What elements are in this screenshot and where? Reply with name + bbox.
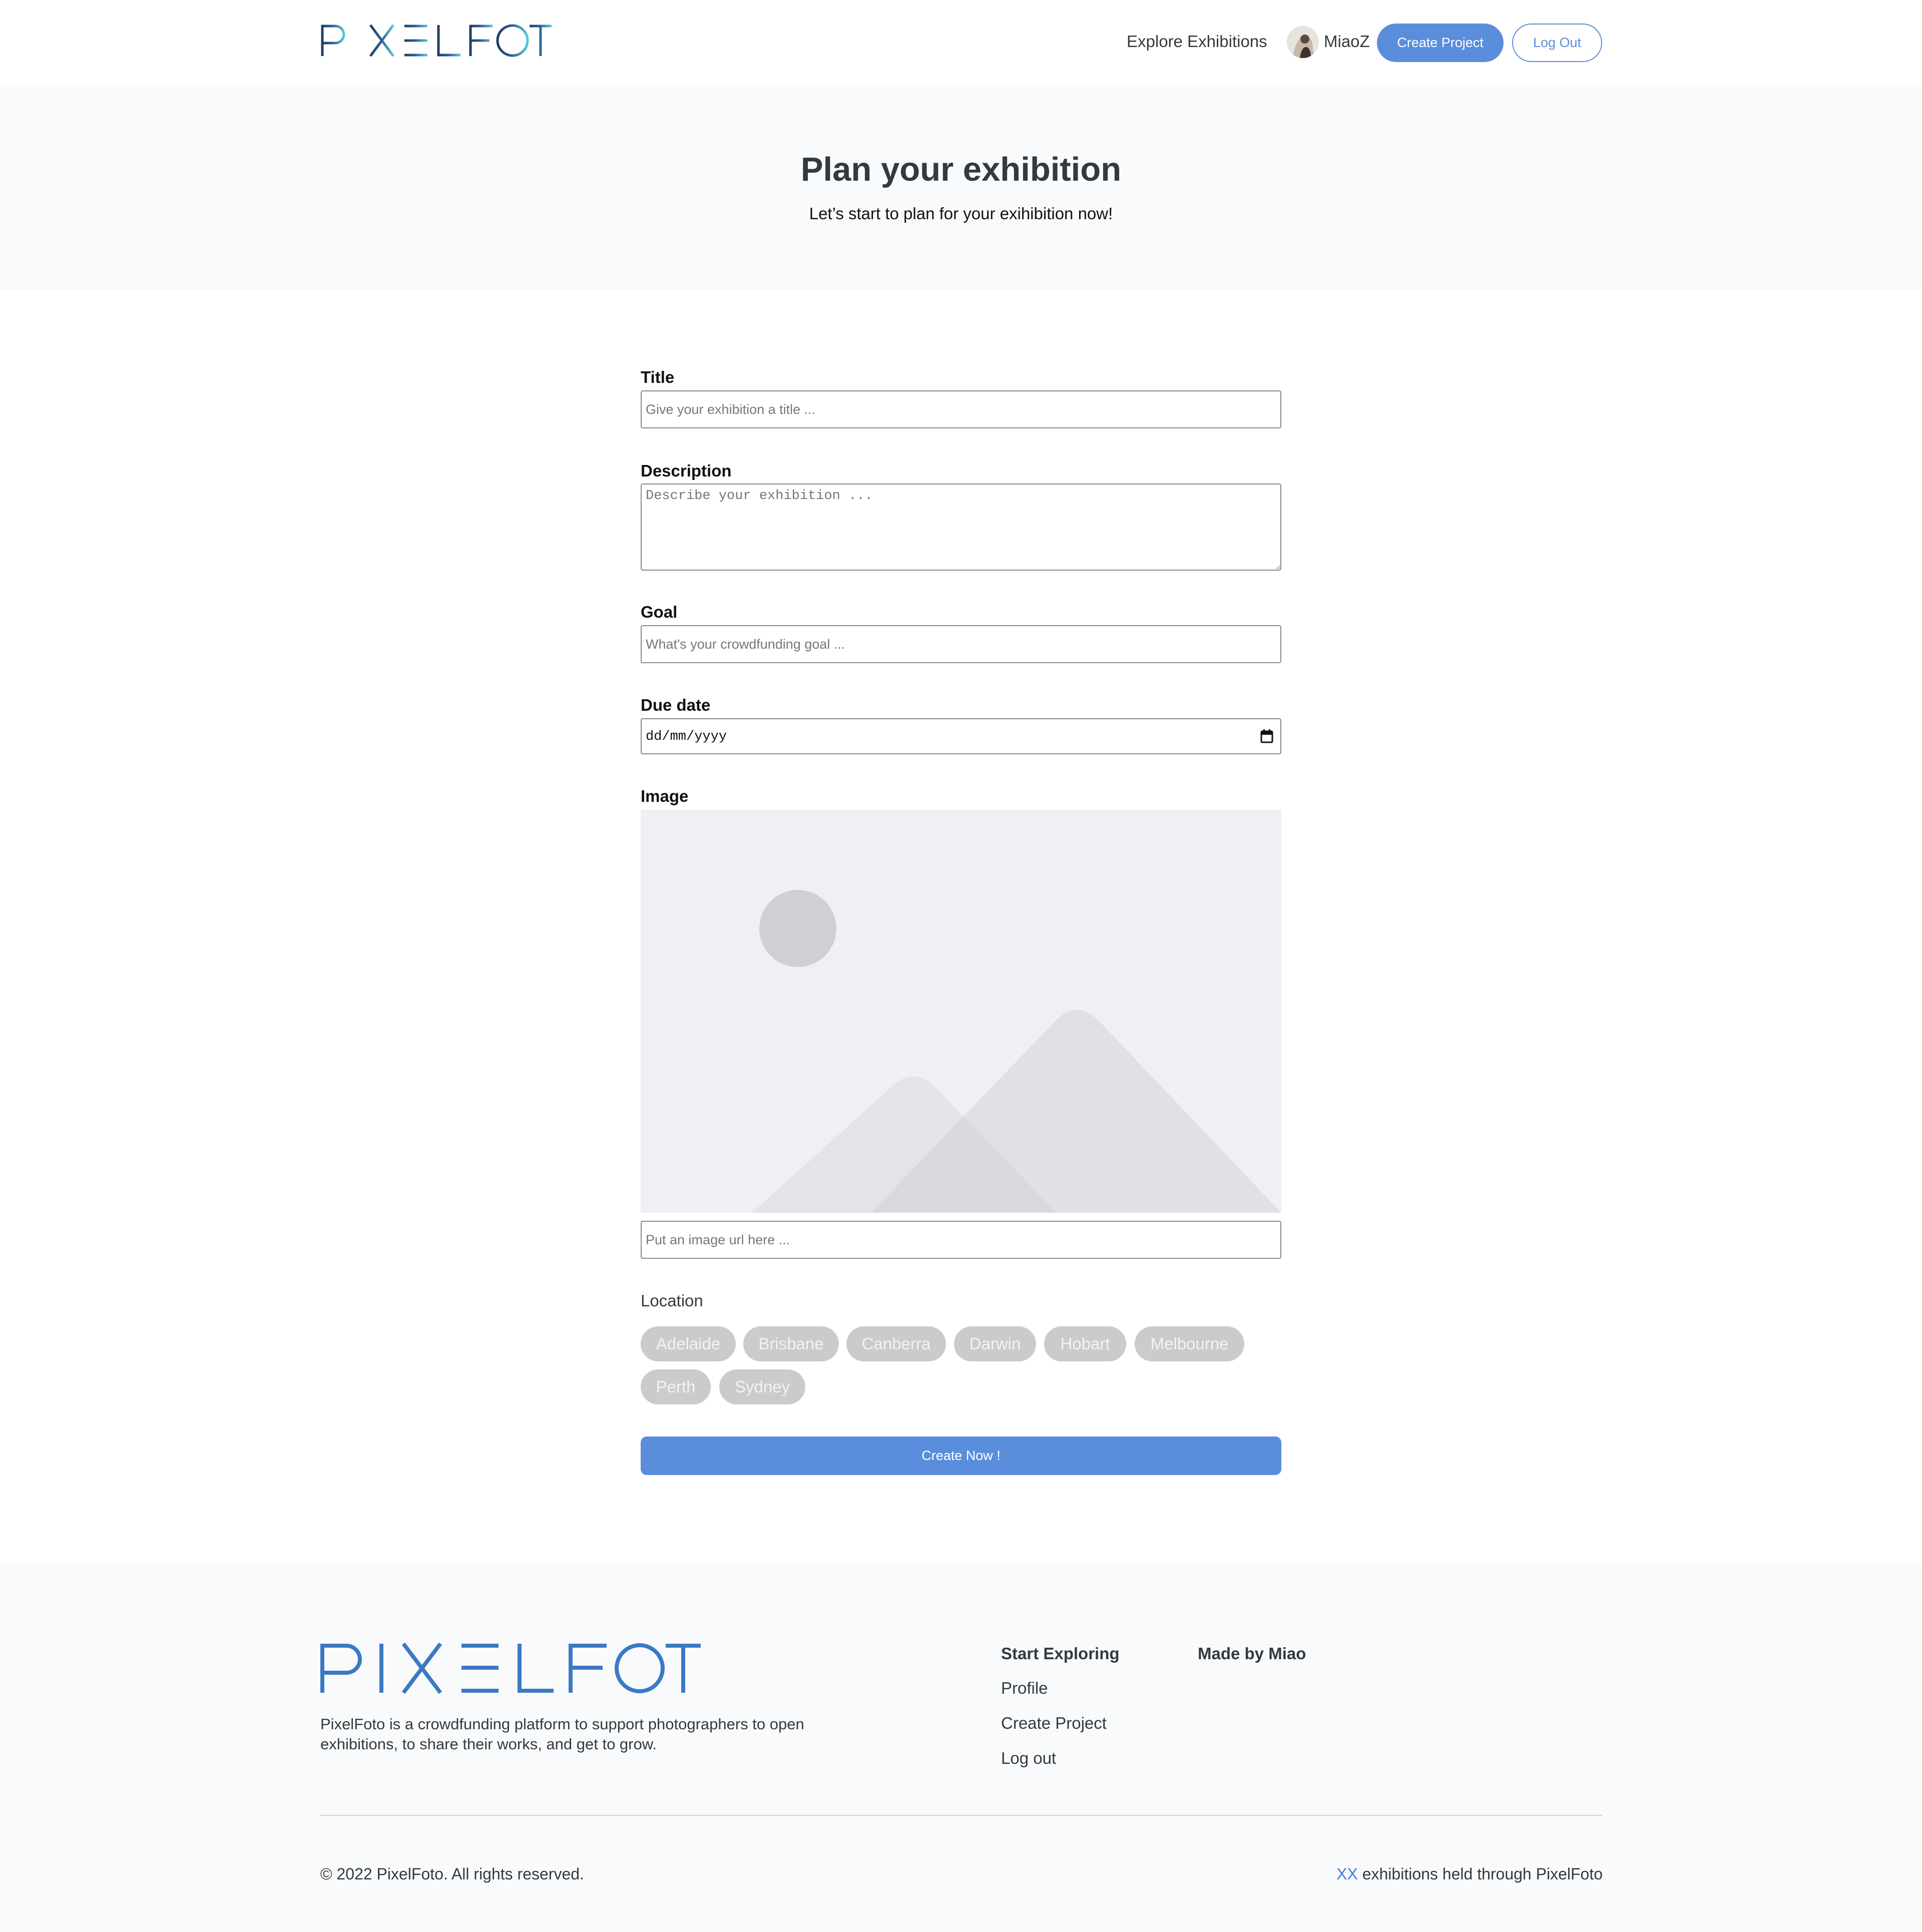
exhibition-count: XX [1336, 1865, 1358, 1883]
image-label: Image [641, 787, 689, 805]
footer-heading-start-exploring: Start Exploring [1001, 1644, 1120, 1663]
user-name[interactable]: MiaoZ [1324, 32, 1370, 51]
goal-label: Goal [641, 603, 678, 621]
footer [0, 1564, 1922, 1932]
calendar-icon[interactable] [1260, 729, 1273, 743]
copyright: © 2022 PixelFoto. All rights reserved. [320, 1865, 584, 1883]
image-preview [641, 810, 1281, 1213]
user-avatar[interactable] [1287, 26, 1319, 58]
pixelfoto-logo[interactable] [320, 23, 562, 58]
location-chip-canberra[interactable]: Canberra [846, 1326, 946, 1361]
description-label: Description [641, 461, 732, 480]
footer-link-log-out[interactable]: Log out [1001, 1749, 1056, 1768]
page-subtitle: Let’s start to plan for your exihibition… [809, 204, 1113, 223]
description-textarea[interactable] [641, 484, 1281, 571]
avatar-photo-icon [1287, 26, 1319, 58]
log-out-button[interactable]: Log Out [1512, 24, 1602, 62]
location-chip-melbourne[interactable]: Melbourne [1135, 1326, 1244, 1361]
title-label: Title [641, 368, 675, 386]
due-date-value: dd/mm/yyyy [646, 729, 727, 744]
location-chip-adelaide[interactable]: Adelaide [641, 1326, 736, 1361]
footer-link-profile[interactable]: Profile [1001, 1679, 1048, 1698]
goal-input[interactable] [641, 625, 1281, 663]
page-title: Plan your exhibition [800, 151, 1122, 188]
title-input[interactable] [641, 390, 1281, 428]
exhibition-stats-text: exhibitions held through PixelFoto [1357, 1865, 1603, 1883]
image-url-input[interactable] [641, 1221, 1281, 1259]
create-project-button[interactable]: Create Project [1377, 24, 1504, 62]
location-label: Location [641, 1291, 703, 1310]
location-chip-perth[interactable]: Perth [641, 1369, 711, 1404]
location-chip-hobart[interactable]: Hobart [1044, 1326, 1126, 1361]
footer-link-create-project[interactable]: Create Project [1001, 1714, 1107, 1733]
top-header: Explore Exhibitions MiaoZ Create Project… [0, 0, 1922, 85]
footer-heading-made-by: Made by Miao [1198, 1644, 1306, 1663]
location-chip-darwin[interactable]: Darwin [954, 1326, 1036, 1361]
image-placeholder-icon [641, 810, 1281, 1213]
due-date-label: Due date [641, 696, 711, 714]
location-chip-sydney[interactable]: Sydney [719, 1369, 805, 1404]
explore-exhibitions-link[interactable]: Explore Exhibitions [1127, 32, 1267, 51]
exhibition-stats: XX exhibitions held through PixelFoto [1336, 1865, 1603, 1883]
due-date-input[interactable]: dd/mm/yyyy [641, 718, 1281, 754]
footer-pixelfoto-logo[interactable] [320, 1642, 721, 1694]
footer-description: PixelFoto is a crowdfunding platform to … [320, 1715, 804, 1753]
location-chip-brisbane[interactable]: Brisbane [743, 1326, 839, 1361]
create-now-button[interactable]: Create Now ! [641, 1436, 1281, 1475]
footer-divider [320, 1815, 1603, 1816]
